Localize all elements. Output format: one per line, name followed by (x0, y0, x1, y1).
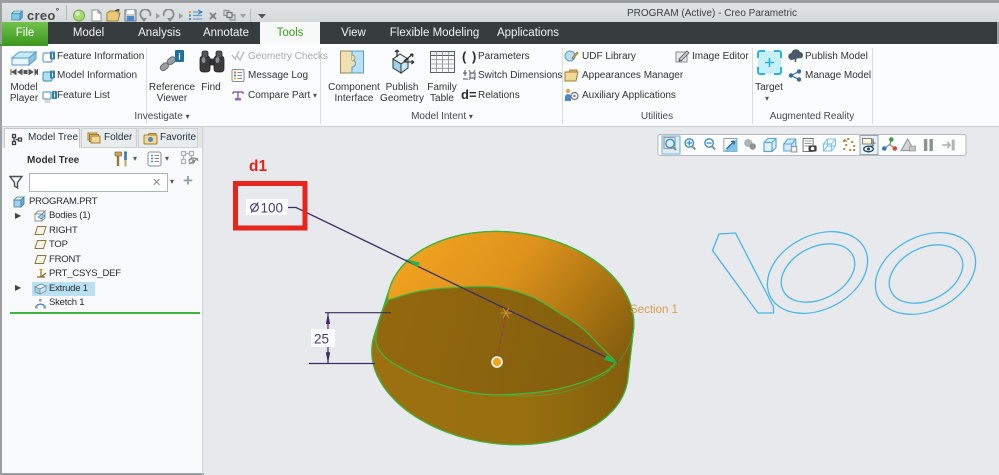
svg-text:25: 25 (314, 332, 329, 347)
svg-text:d1: d1 (249, 158, 267, 175)
svg-text:i: i (52, 72, 54, 79)
svg-text:100: 100 (261, 201, 284, 216)
svg-text:Section 1: Section 1 (630, 304, 678, 316)
svg-text:i: i (178, 52, 181, 62)
svg-text:i: i (52, 53, 54, 60)
svg-text:i: i (54, 93, 56, 100)
